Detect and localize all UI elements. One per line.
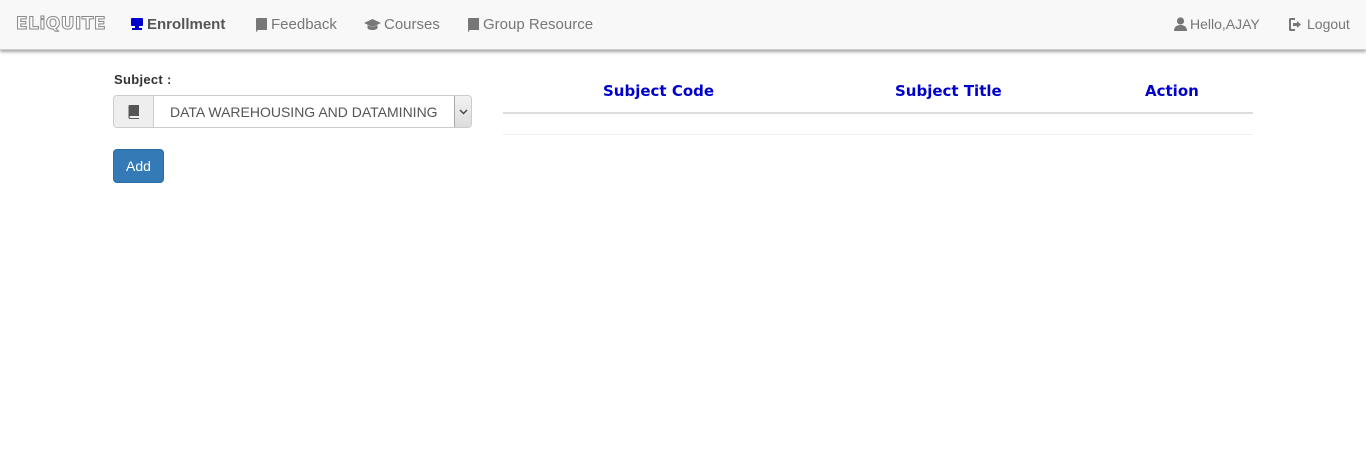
graduation-cap-icon bbox=[364, 18, 381, 31]
chevron-down-icon[interactable] bbox=[454, 96, 471, 127]
nav-item-label: Courses bbox=[384, 16, 440, 33]
table-empty-row bbox=[503, 114, 1253, 135]
nav-item-label: Enrollment bbox=[147, 16, 226, 33]
subject-addon bbox=[114, 96, 154, 127]
brand-logo[interactable]: ELiQUITE bbox=[15, 14, 106, 35]
logout-label: Logout bbox=[1307, 16, 1350, 32]
table-header: Subject Code Subject Title Action bbox=[503, 70, 1253, 114]
book-icon bbox=[467, 17, 480, 32]
book-icon bbox=[128, 104, 140, 119]
nav-item-enrollment[interactable]: Enrollment bbox=[130, 16, 225, 33]
book-icon bbox=[255, 17, 268, 32]
nav-item-courses[interactable]: Courses bbox=[364, 16, 440, 33]
subject-select[interactable]: DATA WAREHOUSING AND DATAMINING bbox=[154, 96, 471, 127]
nav-item-label: Group Resource bbox=[483, 16, 594, 33]
subject-table: Subject Code Subject Title Action bbox=[503, 70, 1253, 135]
logout-icon bbox=[1289, 17, 1304, 31]
user-greeting: Hello,AJAY bbox=[1190, 16, 1260, 32]
monitor-icon bbox=[130, 18, 144, 31]
nav-item-label: Feedback bbox=[271, 16, 337, 33]
subject-select-value: DATA WAREHOUSING AND DATAMINING bbox=[170, 103, 438, 120]
add-button[interactable]: Add bbox=[113, 149, 164, 183]
subject-label: Subject : bbox=[114, 72, 172, 87]
subject-input-group: DATA WAREHOUSING AND DATAMINING bbox=[113, 95, 472, 128]
user-icon bbox=[1174, 17, 1187, 31]
nav-item-feedback[interactable]: Feedback bbox=[255, 16, 337, 33]
user-menu[interactable]: Hello,AJAY bbox=[1174, 16, 1260, 32]
top-navbar: ELiQUITE Enrollment Feedback Courses Gro… bbox=[0, 0, 1366, 50]
column-header-action: Action bbox=[1145, 82, 1199, 100]
column-header-subject-title: Subject Title bbox=[895, 82, 1002, 100]
nav-item-group-resource[interactable]: Group Resource bbox=[467, 16, 593, 33]
logout-link[interactable]: Logout bbox=[1289, 16, 1350, 32]
column-header-subject-code: Subject Code bbox=[603, 82, 715, 100]
